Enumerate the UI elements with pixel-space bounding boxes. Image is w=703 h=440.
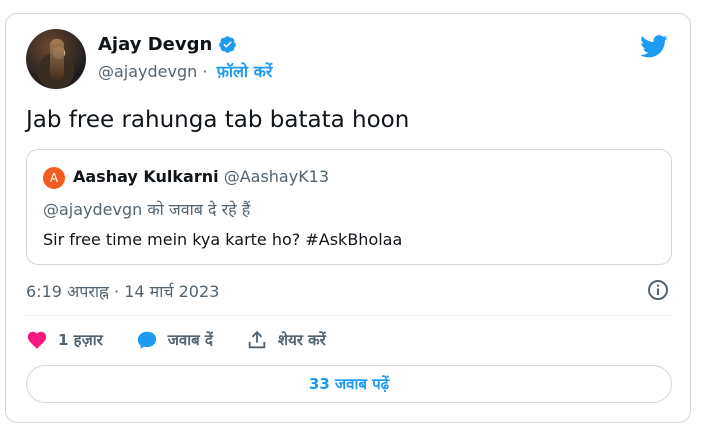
reply-label: जवाब दें [167,331,213,349]
info-icon[interactable] [646,278,670,302]
separator: · [202,62,208,81]
quoted-avatar[interactable]: A [43,167,65,189]
quoted-author-handle[interactable]: @AashayK13 [224,167,329,186]
verified-badge-icon [219,36,237,53]
author-handle-row: @ajaydevgn · फ़ॉलो करें [98,60,272,82]
like-button[interactable]: 1 हज़ार [26,329,103,351]
share-button[interactable]: शेयर करें [246,329,326,351]
reply-button[interactable]: जवाब दें [136,329,213,351]
like-count: 1 हज़ार [58,331,103,349]
quoted-text: Sir free time mein kya karte ho? #AskBho… [43,230,403,249]
tweet-card: Ajay Devgn @ajaydevgn · फ़ॉलो करें Jab f… [5,13,691,423]
author-avatar[interactable] [26,29,86,89]
author-handle[interactable]: @ajaydevgn [98,62,197,81]
author-name-row: Ajay Devgn [98,34,237,55]
divider [26,315,670,316]
quoted-author-name[interactable]: Aashay Kulkarni [73,167,219,186]
share-label: शेयर करें [277,331,326,349]
author-name[interactable]: Ajay Devgn [98,34,212,55]
action-bar: 1 हज़ार जवाब दें शेयर करें [26,329,359,351]
avatar-figure [50,39,64,79]
quoted-header: Aashay Kulkarni @AashayK13 [73,167,329,186]
quoted-tweet[interactable]: A Aashay Kulkarni @AashayK13 @ajaydevgn … [26,149,672,265]
read-replies-button[interactable]: 33 जवाब पढ़ें [26,365,672,403]
tweet-text: Jab free rahunga tab batata hoon [26,107,410,133]
quoted-reply-context: @ajaydevgn को जवाब दे रहे हैं [43,200,251,219]
tweet-timestamp[interactable]: 6:19 अपराह्न · 14 मार्च 2023 [26,280,219,302]
twitter-bird-icon[interactable] [638,32,670,60]
heart-icon [27,331,47,349]
follow-button[interactable]: फ़ॉलो करें [217,62,273,81]
reply-bubble-icon [137,331,156,349]
share-icon [248,330,266,349]
